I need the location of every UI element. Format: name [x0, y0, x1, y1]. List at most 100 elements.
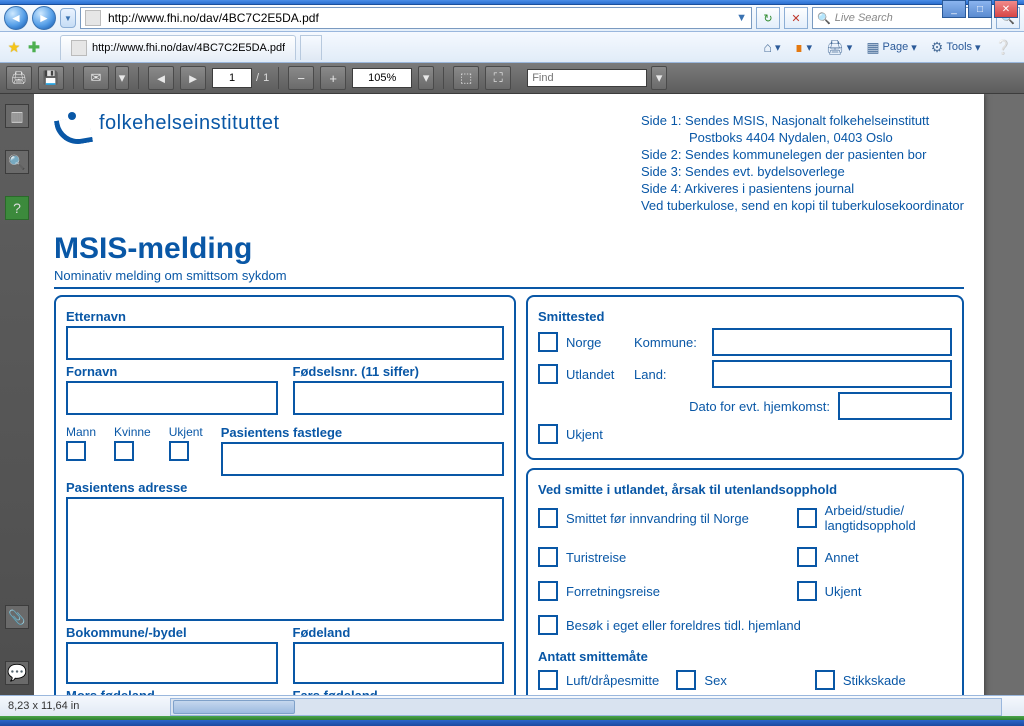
pdf-fit-page-button[interactable]: ⛶ [485, 66, 511, 90]
label-mode-stikk: Stikkskade [843, 673, 906, 688]
help-icon: ❔ [995, 39, 1012, 56]
home-button[interactable]: ⌂▾ [758, 35, 787, 59]
label-reason-turist: Turistreise [566, 550, 626, 565]
tab-favicon-icon [71, 40, 87, 56]
input-fodeland[interactable] [293, 642, 505, 684]
input-etternavn[interactable] [66, 326, 504, 360]
close-button[interactable]: ✕ [994, 0, 1018, 18]
rss-icon: ∎ [795, 39, 804, 56]
pdf-email-dropdown[interactable]: ▾ [115, 66, 129, 90]
label-reason-ukjent: Ukjent [825, 584, 862, 599]
label-bokommune: Bokommune/-bydel [66, 625, 278, 640]
url-input[interactable] [106, 9, 731, 27]
pdf-status-bar: 8,23 x 11,64 in [0, 695, 1024, 716]
page-icon: ▦ [866, 39, 879, 56]
form-title: MSIS-melding [54, 232, 984, 266]
checkbox-ukjent-sted[interactable] [538, 424, 558, 444]
input-fornavn[interactable] [66, 381, 278, 415]
label-kommune: Kommune: [634, 335, 704, 350]
checkbox-norge[interactable] [538, 332, 558, 352]
label-norge: Norge [566, 335, 626, 350]
checkbox-mode-stikk[interactable] [815, 670, 835, 690]
pdf-help-panel-button[interactable]: ? [5, 196, 29, 220]
pdf-document-pane[interactable]: folkehelseinstituttet Side 1: Sendes MSI… [34, 94, 1024, 695]
print-button[interactable]: 🖨▾ [820, 35, 858, 59]
checkbox-reason-annet[interactable] [797, 547, 817, 567]
checkbox-reason-besok[interactable] [538, 615, 558, 635]
maximize-button[interactable]: □ [968, 0, 992, 18]
distribution-instructions: Side 1: Sendes MSIS, Nasjonalt folkehels… [641, 112, 964, 214]
pdf-page-total: 1 [263, 72, 269, 84]
checkbox-reason-arbeid[interactable] [797, 508, 817, 528]
input-kommune[interactable] [712, 328, 952, 356]
pdf-attachments-button[interactable]: 📎 [5, 605, 29, 629]
input-fodselsnr[interactable] [293, 381, 505, 415]
pdf-email-button[interactable]: ✉ [83, 66, 109, 90]
input-adresse[interactable] [66, 497, 504, 621]
tools-menu[interactable]: ⚙Tools ▾ [925, 35, 987, 59]
pdf-zoom-out-button[interactable]: − [288, 66, 314, 90]
checkbox-ukjent-sex[interactable] [169, 441, 189, 461]
checkbox-reason-innvandring[interactable] [538, 508, 558, 528]
checkbox-reason-ukjent[interactable] [797, 581, 817, 601]
horizontal-scrollbar[interactable] [170, 698, 1002, 716]
fhi-logo-icon [54, 112, 89, 147]
pdf-search-panel-button[interactable]: 🔍 [5, 150, 29, 174]
pdf-fit-width-button[interactable]: ⬚ [453, 66, 479, 90]
pdf-zoom-in-button[interactable]: + [320, 66, 346, 90]
checkbox-utlandet[interactable] [538, 364, 558, 384]
checkbox-mann[interactable] [66, 441, 86, 461]
pdf-zoom-dropdown[interactable]: ▾ [418, 66, 434, 90]
pdf-page-sep: / [256, 72, 259, 84]
back-button[interactable]: ◄ [4, 6, 28, 30]
pdf-find-input[interactable] [527, 69, 647, 87]
refresh-button[interactable]: ↻ [756, 7, 780, 29]
page-menu[interactable]: ▦Page ▾ [860, 35, 922, 59]
input-land[interactable] [712, 360, 952, 388]
help-button[interactable]: ❔ [989, 35, 1018, 59]
tab-title: http://www.fhi.no/dav/4BC7C2E5DA.pdf [92, 42, 285, 54]
label-mors-fodeland: Mors fødeland [66, 688, 278, 695]
forward-button[interactable]: ► [32, 6, 56, 30]
input-hjemkomst[interactable] [838, 392, 952, 420]
input-fastlege[interactable] [221, 442, 504, 476]
label-reason-besok: Besøk i eget eller foreldres tidl. hjeml… [566, 618, 801, 633]
checkbox-reason-turist[interactable] [538, 547, 558, 567]
feeds-button[interactable]: ∎▾ [789, 35, 818, 59]
checkbox-mode-luft[interactable] [538, 670, 558, 690]
smittested-panel: Smittested Norge Kommune: Utlandet Land: [526, 295, 964, 460]
label-reason-arbeid: Arbeid/studie/ langtidsopphold [825, 503, 952, 533]
favorites-icon[interactable]: ★ [6, 39, 22, 55]
pdf-save-button[interactable]: 💾 [38, 66, 64, 90]
pdf-page-input[interactable] [212, 68, 252, 88]
minimize-button[interactable]: _ [942, 0, 966, 18]
label-adresse: Pasientens adresse [66, 480, 504, 495]
address-bar[interactable]: ▼ [80, 7, 752, 29]
browser-tab[interactable]: http://www.fhi.no/dav/4BC7C2E5DA.pdf [60, 35, 296, 60]
pdf-prev-page-button[interactable]: ◄ [148, 66, 174, 90]
pdf-zoom-value[interactable]: 105% [352, 68, 412, 88]
pdf-pages-panel-button[interactable]: ▥ [5, 104, 29, 128]
input-bokommune[interactable] [66, 642, 278, 684]
checkbox-mode-sex[interactable] [676, 670, 696, 690]
pdf-next-page-button[interactable]: ► [180, 66, 206, 90]
stop-button[interactable]: ✕ [784, 7, 808, 29]
new-tab-button[interactable] [300, 35, 322, 60]
recent-pages-dropdown[interactable]: ▼ [60, 8, 76, 28]
pdf-comments-button[interactable]: 💬 [5, 661, 29, 685]
label-land: Land: [634, 367, 704, 382]
form-subtitle: Nominativ melding om smittsom sykdom [54, 268, 984, 283]
label-smittemate: Antatt smittemåte [538, 649, 952, 664]
pdf-find-dropdown[interactable]: ▾ [651, 66, 667, 90]
label-kvinne: Kvinne [114, 425, 151, 439]
gear-icon: ⚙ [931, 39, 944, 56]
pdf-print-button[interactable]: 🖨 [6, 66, 32, 90]
checkbox-reason-forretning[interactable] [538, 581, 558, 601]
checkbox-kvinne[interactable] [114, 441, 134, 461]
windows-taskbar[interactable] [0, 716, 1024, 726]
label-hjemkomst: Dato for evt. hjemkomst: [689, 399, 830, 414]
header-rule [54, 287, 964, 289]
add-favorite-icon[interactable]: ✚ [26, 39, 42, 55]
address-dropdown-icon[interactable]: ▼ [736, 12, 747, 24]
horizontal-scroll-thumb[interactable] [173, 700, 295, 714]
